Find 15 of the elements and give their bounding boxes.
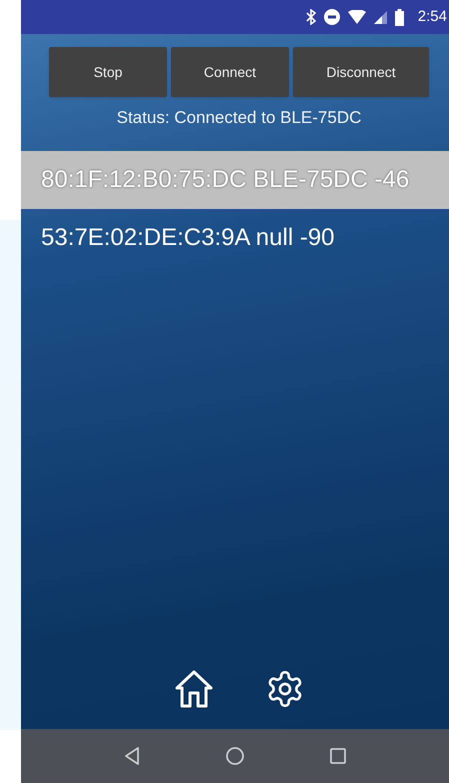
battery-icon xyxy=(394,8,404,26)
action-button[interactable]: Disconnect xyxy=(293,47,429,97)
do-not-disturb-icon xyxy=(324,9,340,25)
connection-status: Status: Connected to BLE-75DC xyxy=(116,107,362,129)
home-icon[interactable] xyxy=(173,669,215,709)
recent-apps-icon[interactable] xyxy=(330,748,346,764)
wifi-icon xyxy=(348,10,366,24)
clock-time: 2:54 xyxy=(418,6,447,27)
bluetooth-icon xyxy=(306,9,316,25)
home-circle-icon[interactable] xyxy=(226,747,244,765)
back-icon[interactable] xyxy=(124,747,140,765)
action-button[interactable]: Connect xyxy=(171,47,289,97)
action-button[interactable]: Stop xyxy=(49,47,167,97)
device-row[interactable]: 53:7E:02:DE:C3:9A null -90 xyxy=(21,208,449,266)
signal-icon xyxy=(374,10,387,24)
